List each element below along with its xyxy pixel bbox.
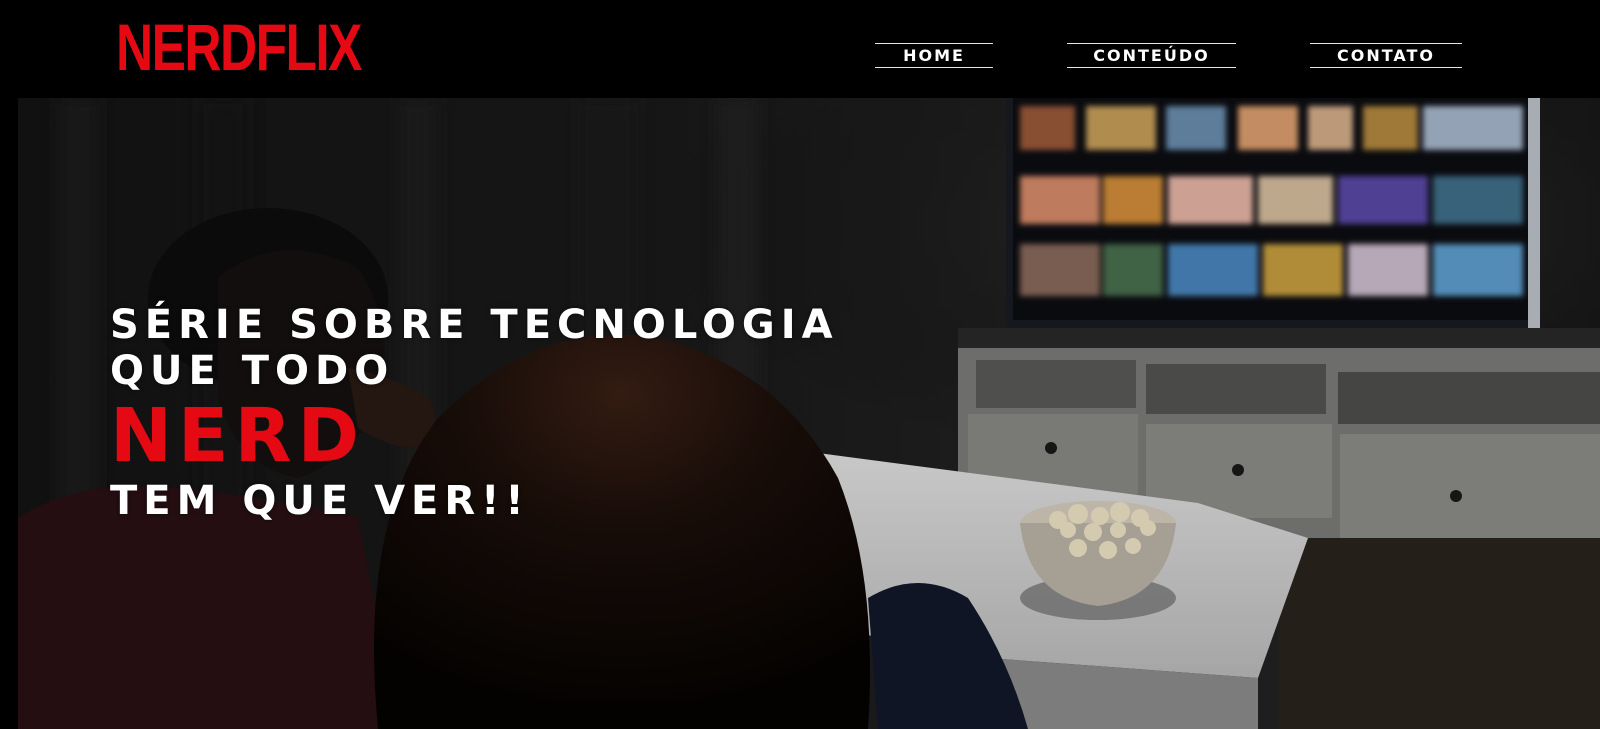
nav-contato-link[interactable]: CONTATO bbox=[1310, 43, 1462, 68]
site-header: NERDFLIX HOME CONTEÚDO CONTATO bbox=[0, 0, 1600, 98]
hero-line-2: QUE TODO bbox=[110, 348, 395, 394]
main-nav: HOME CONTEÚDO CONTATO bbox=[0, 43, 1600, 69]
hero-line-1: SÉRIE SOBRE TECNOLOGIA bbox=[110, 302, 839, 348]
hero-headline: SÉRIE SOBRE TECNOLOGIA QUE TODO NERD TEM… bbox=[110, 302, 839, 524]
nav-home-link[interactable]: HOME bbox=[875, 43, 993, 68]
hero-highlight-nerd: NERD bbox=[110, 393, 365, 479]
hero-line-4: TEM QUE VER!! bbox=[110, 478, 530, 524]
hero-banner: SÉRIE SOBRE TECNOLOGIA QUE TODO NERD TEM… bbox=[18, 98, 1600, 729]
nav-conteudo-link[interactable]: CONTEÚDO bbox=[1067, 43, 1236, 68]
